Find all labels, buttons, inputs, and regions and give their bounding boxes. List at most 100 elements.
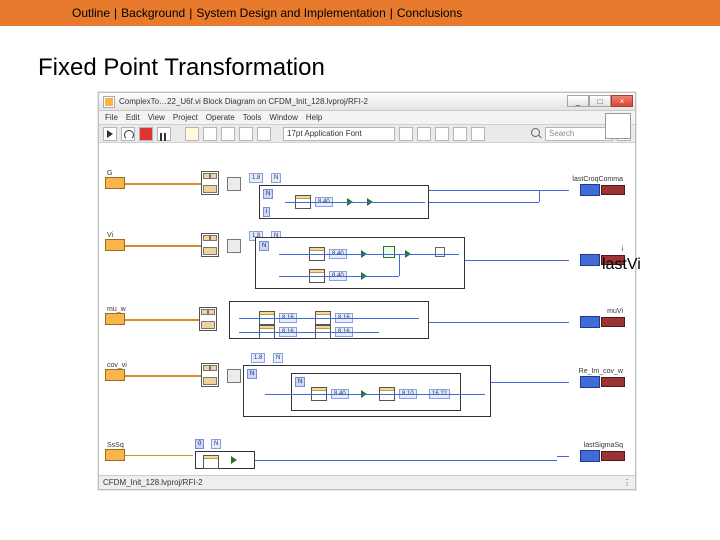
- search-input[interactable]: Search: [545, 127, 613, 141]
- wire: [125, 455, 193, 456]
- wire: [465, 260, 557, 261]
- wire: [255, 460, 557, 461]
- breadcrumb-bar: Outline | Background | System Design and…: [0, 0, 720, 26]
- step-into-button[interactable]: [221, 127, 235, 141]
- bundle-node[interactable]: [201, 233, 219, 257]
- wire: [429, 190, 557, 191]
- input-terminal-muw-block[interactable]: [105, 313, 125, 325]
- menu-view[interactable]: View: [148, 113, 165, 122]
- wire: [557, 382, 569, 383]
- toolbar: 17pt Application Font Search ?: [99, 125, 635, 143]
- distribute-button[interactable]: [417, 127, 431, 141]
- subvi-node[interactable]: [227, 369, 241, 383]
- retain-wire-values-button[interactable]: [203, 127, 217, 141]
- wire: [279, 276, 399, 277]
- maximize-button[interactable]: □: [589, 95, 611, 107]
- wire: [557, 190, 569, 191]
- wire: [265, 394, 485, 395]
- breadcrumb-sep: |: [114, 6, 117, 20]
- function-node[interactable]: [203, 455, 219, 469]
- menubar: File Edit View Project Operate Tools Win…: [99, 111, 635, 125]
- step-over-button[interactable]: [239, 127, 253, 141]
- fxp-label: 1.8: [249, 173, 263, 183]
- wire: [125, 375, 201, 377]
- wire: [399, 254, 400, 276]
- tunnel[interactable]: [435, 247, 445, 257]
- wire: [125, 245, 203, 247]
- breadcrumb-item: System Design and Implementation: [196, 6, 385, 20]
- wire: [125, 183, 203, 185]
- font-selector[interactable]: 17pt Application Font: [283, 127, 395, 141]
- coerce-node[interactable]: [231, 456, 237, 464]
- run-button[interactable]: [103, 127, 117, 141]
- wire: [279, 254, 459, 255]
- vi-icon[interactable]: [605, 113, 631, 139]
- breadcrumb-item: Background: [121, 6, 185, 20]
- titlebar[interactable]: ComplexTo…22_U6f.vi Block Diagram on CFD…: [99, 93, 635, 111]
- constant[interactable]: 0: [195, 439, 204, 449]
- highlight-execution-button[interactable]: [185, 127, 199, 141]
- step-out-button[interactable]: [257, 127, 271, 141]
- constant-n[interactable]: N: [247, 369, 257, 379]
- block-diagram-canvas[interactable]: G Vi mu_w cov_vi SsSq lastCroqComma i la…: [99, 143, 635, 475]
- menu-operate[interactable]: Operate: [206, 113, 235, 122]
- fxp-label: N: [211, 439, 221, 449]
- align-button[interactable]: [399, 127, 413, 141]
- abort-button[interactable]: [139, 127, 153, 141]
- status-project: CFDM_Init_128.lvproj/RFI-2: [103, 478, 203, 487]
- wire: [539, 190, 540, 202]
- menu-window[interactable]: Window: [269, 113, 297, 122]
- labview-icon: [103, 96, 115, 108]
- fxp-label: N: [271, 173, 281, 183]
- bundle-node[interactable]: [201, 363, 219, 387]
- input-terminal-sssq-block[interactable]: [105, 449, 125, 461]
- window-title: ComplexTo…22_U6f.vi Block Diagram on CFD…: [119, 97, 368, 106]
- boolean-node[interactable]: [383, 246, 395, 258]
- menu-edit[interactable]: Edit: [126, 113, 140, 122]
- output-terminal-muvi-block[interactable]: [580, 316, 625, 328]
- input-terminal-vi-block[interactable]: [105, 239, 125, 251]
- run-continuously-button[interactable]: [121, 127, 135, 141]
- status-scroll[interactable]: ⋮: [623, 478, 631, 487]
- for-loop[interactable]: [255, 237, 465, 289]
- reorder-button[interactable]: [453, 127, 467, 141]
- wire: [429, 202, 539, 203]
- output-terminal-lastvi-block[interactable]: lastVi: [580, 254, 625, 266]
- menu-help[interactable]: Help: [306, 113, 322, 122]
- output-terminal-lastcroq-block[interactable]: [580, 184, 625, 196]
- wire: [239, 318, 419, 319]
- wire: [429, 322, 557, 323]
- output-terminal-reimcov-block[interactable]: [580, 376, 625, 388]
- constant-i[interactable]: i: [263, 207, 270, 217]
- minimize-button[interactable]: _: [567, 95, 589, 107]
- constant-n[interactable]: N: [263, 189, 273, 199]
- input-terminal-covvi-block[interactable]: [105, 369, 125, 381]
- wire: [557, 456, 569, 457]
- resize-button[interactable]: [435, 127, 449, 141]
- wire: [557, 322, 569, 323]
- search-icon: [531, 128, 543, 140]
- cleanup-button[interactable]: [471, 127, 485, 141]
- breadcrumb-item: Conclusions: [397, 6, 462, 20]
- close-button[interactable]: ×: [611, 95, 633, 107]
- wire: [125, 319, 199, 321]
- menu-tools[interactable]: Tools: [243, 113, 262, 122]
- menu-project[interactable]: Project: [173, 113, 198, 122]
- breadcrumb-sep: |: [189, 6, 192, 20]
- slide-title: Fixed Point Transformation: [38, 54, 325, 82]
- bundle-node[interactable]: [201, 171, 219, 195]
- constant-n[interactable]: N: [295, 377, 305, 387]
- input-terminal-g-block[interactable]: [105, 177, 125, 189]
- wire: [491, 382, 557, 383]
- fxp-label: 1.8: [251, 353, 265, 363]
- statusbar: CFDM_Init_128.lvproj/RFI-2 ⋮: [99, 475, 635, 489]
- slide: Outline | Background | System Design and…: [0, 0, 720, 540]
- output-terminal-lastsig-block[interactable]: [580, 450, 625, 462]
- subvi-node[interactable]: [227, 177, 241, 191]
- bundle-node[interactable]: [199, 307, 217, 331]
- constant-n[interactable]: N: [259, 241, 269, 251]
- wire: [557, 260, 569, 261]
- menu-file[interactable]: File: [105, 113, 118, 122]
- subvi-node[interactable]: [227, 239, 241, 253]
- pause-button[interactable]: [157, 127, 171, 141]
